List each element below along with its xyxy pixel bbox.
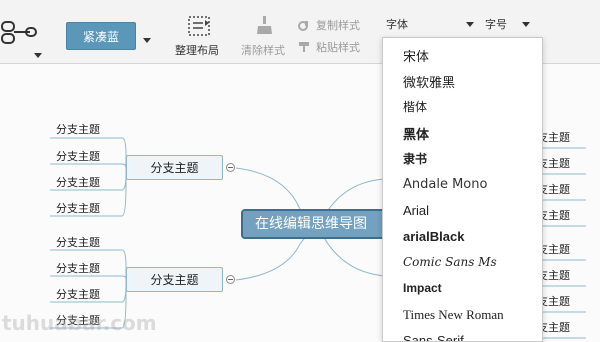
- leaf-topic[interactable]: 分支主题: [56, 234, 100, 250]
- brush-icon[interactable]: [254, 14, 274, 38]
- font-option[interactable]: 隶书: [403, 150, 427, 167]
- font-option[interactable]: Times New Roman: [403, 307, 504, 323]
- arrange-layout-label[interactable]: 整理布局: [175, 42, 219, 58]
- branch-topic[interactable]: 分支主题: [126, 267, 223, 292]
- leaf-topic[interactable]: 分支主题: [56, 260, 100, 276]
- font-option[interactable]: 宋体: [403, 46, 429, 65]
- collapse-toggle-icon[interactable]: [226, 163, 235, 172]
- theme-button[interactable]: 紧凑蓝: [66, 22, 136, 50]
- leaf-topic[interactable]: 分支主题: [56, 200, 100, 216]
- copy-style-icon[interactable]: [298, 17, 310, 31]
- font-size-caret[interactable]: [522, 22, 530, 27]
- paste-style-label[interactable]: 粘贴样式: [316, 39, 360, 55]
- font-option[interactable]: Sans-Serif: [403, 333, 464, 341]
- leaf-topic[interactable]: 分支主题: [56, 121, 100, 137]
- copy-style-label[interactable]: 复制样式: [316, 17, 360, 33]
- font-option[interactable]: Impact: [403, 281, 442, 295]
- paste-style-icon[interactable]: [298, 38, 310, 52]
- central-topic[interactable]: 在线编辑思维导图: [241, 209, 391, 239]
- structure-icon[interactable]: [0, 14, 40, 54]
- collapse-toggle-icon[interactable]: [226, 275, 235, 284]
- font-option[interactable]: 微软雅黑: [403, 72, 455, 91]
- font-size-select[interactable]: 字号: [485, 16, 507, 32]
- watermark: tuhuabar.com: [2, 311, 157, 335]
- leaf-topic[interactable]: 分支主题: [56, 148, 100, 164]
- font-option[interactable]: 黑体: [403, 124, 429, 143]
- branch-topic[interactable]: 分支主题: [126, 155, 223, 180]
- font-family-select[interactable]: 字体: [386, 16, 408, 32]
- theme-dropdown-caret[interactable]: [143, 38, 151, 43]
- font-family-menu: 宋体 微软雅黑 楷体 黑体 隶书 Andale Mono Arial arial…: [382, 37, 543, 342]
- leaf-topic[interactable]: 分支主题: [56, 286, 100, 302]
- font-option[interactable]: Arial: [403, 203, 429, 218]
- font-option[interactable]: 楷体: [403, 98, 427, 115]
- leaf-topic[interactable]: 分支主题: [56, 174, 100, 190]
- font-family-caret[interactable]: [466, 22, 474, 27]
- arrange-layout-icon[interactable]: [187, 15, 213, 39]
- clear-style-label[interactable]: 清除样式: [241, 42, 285, 58]
- font-option[interactable]: Comic Sans Ms: [403, 255, 497, 269]
- font-option[interactable]: Andale Mono: [403, 177, 487, 192]
- structure-dropdown-caret[interactable]: [34, 53, 42, 58]
- font-option[interactable]: arialBlack: [403, 229, 464, 244]
